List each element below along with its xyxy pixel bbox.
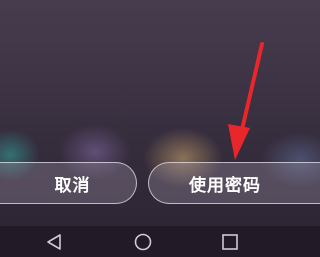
recent-apps-icon[interactable] bbox=[220, 232, 240, 252]
navigation-bar bbox=[0, 226, 320, 257]
red-arrow-annotation bbox=[228, 42, 264, 160]
lock-screen-background: 取消 使用密码 bbox=[0, 0, 320, 226]
home-icon[interactable] bbox=[133, 232, 153, 252]
back-icon[interactable] bbox=[44, 232, 64, 252]
